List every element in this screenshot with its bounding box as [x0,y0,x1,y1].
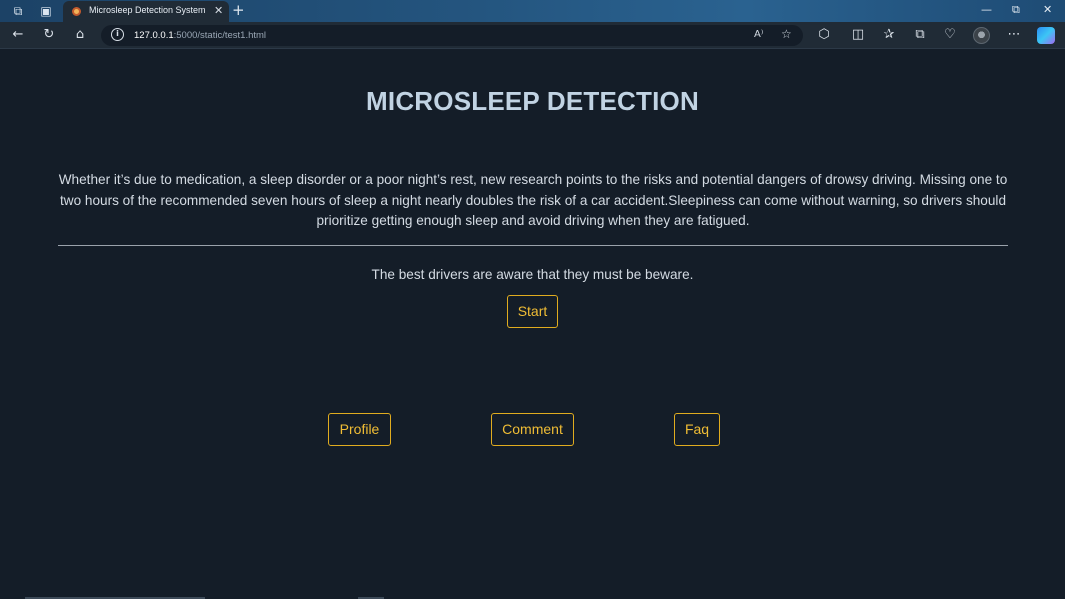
tab-favicon-icon [72,7,81,16]
intro-paragraph: Whether it’s due to medication, a sleep … [58,172,1008,228]
minimize-icon[interactable]: — [981,3,992,16]
tab-close-icon[interactable]: ✕ [214,4,223,17]
faq-button[interactable]: Faq [674,413,720,446]
copilot-icon[interactable] [1037,27,1055,44]
browser-essentials-icon[interactable]: ♡ [942,27,958,43]
tab-title: Microsleep Detection System [89,5,206,15]
favorites-icon[interactable]: ✰ [881,27,897,43]
favorite-star-icon[interactable]: ☆ [781,27,792,41]
home-icon[interactable]: ⌂ [72,27,88,43]
collections-icon[interactable]: ⧉ [912,27,928,43]
profile-avatar[interactable] [973,27,990,44]
url-text[interactable]: 127.0.0.1:5000/static/test1.html [134,30,266,41]
tagline: The best drivers are aware that they mus… [371,267,694,282]
split-screen-icon[interactable]: ◫ [850,27,866,43]
page-title: MICROSLEEP DETECTION [366,86,699,116]
read-aloud-icon[interactable]: A⁾ [754,29,763,40]
close-window-icon[interactable]: ✕ [1043,3,1052,16]
page-content: MICROSLEEP DETECTION Whether it’s due to… [0,50,1065,599]
browser-titlebar: ⧉ ▣ Microsleep Detection System ✕ + — ⧉ … [0,0,1065,22]
tab-actions-icon[interactable]: ▣ [38,3,54,19]
extensions-icon[interactable]: ⬡ [816,27,832,43]
address-bar[interactable]: i 127.0.0.1:5000/static/test1.html A⁾ ☆ [101,25,803,46]
comment-button[interactable]: Comment [491,413,574,446]
browser-tab[interactable]: Microsleep Detection System ✕ [63,1,229,22]
site-info-icon[interactable]: i [111,28,124,41]
divider [58,245,1008,246]
profile-button[interactable]: Profile [328,413,391,446]
restore-icon[interactable]: ⧉ [1012,3,1020,17]
new-tab-icon[interactable]: + [232,1,245,19]
workspaces-icon[interactable]: ⧉ [10,3,26,19]
back-icon[interactable]: ← [10,27,26,43]
refresh-icon[interactable]: ↻ [41,27,57,43]
browser-toolbar: ← ↻ ⌂ i 127.0.0.1:5000/static/test1.html… [0,22,1065,49]
more-options-icon[interactable]: ⋯ [1006,27,1022,43]
start-button[interactable]: Start [507,295,558,328]
